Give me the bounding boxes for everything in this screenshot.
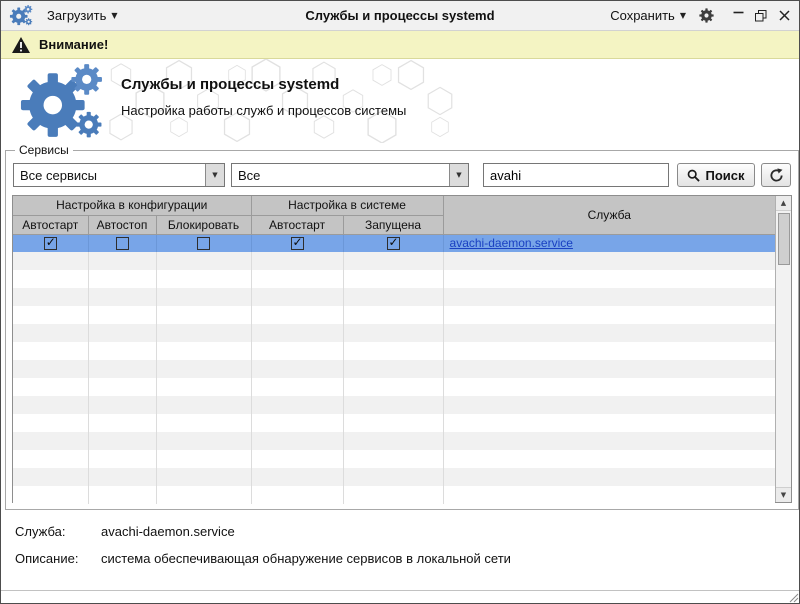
state-filter-select[interactable]: Все ▼ (231, 163, 469, 187)
window-controls (731, 9, 791, 23)
header-running[interactable]: Запущена (342, 214, 444, 235)
empty-row (13, 396, 775, 414)
scrollbar-thumb[interactable] (777, 213, 790, 265)
autostop-checkbox[interactable] (115, 237, 129, 251)
warning-triangle-icon (12, 36, 30, 53)
chevron-down-icon: ▼ (111, 10, 118, 20)
search-input[interactable] (483, 163, 669, 187)
services-groupbox: Сервисы Все сервисы ▼ Все ▼ Поиск (5, 143, 799, 510)
empty-row (13, 450, 775, 468)
header-service[interactable]: Служба (442, 196, 775, 235)
header-system-group: Настройка в системе (250, 196, 444, 216)
header-autostart-config[interactable]: Автостарт (13, 214, 89, 235)
empty-row (13, 378, 775, 396)
header-autostop[interactable]: Автостоп (87, 214, 157, 235)
description-detail-label: Описание: (15, 551, 79, 566)
filter-toolbar: Все сервисы ▼ Все ▼ Поиск (13, 163, 791, 187)
vertical-scrollbar[interactable]: ▲ ▼ (775, 196, 791, 502)
service-detail-value: avachi-daemon.service (101, 524, 235, 539)
empty-row (13, 486, 775, 504)
empty-row (13, 306, 775, 324)
empty-row (13, 252, 775, 270)
service-filter-value: Все сервисы (20, 167, 97, 183)
search-icon (688, 169, 701, 182)
autostart-config-checkbox[interactable] (43, 236, 57, 251)
save-menu-label: Сохранить (610, 8, 675, 23)
load-menu-button[interactable]: Загрузить ▼ (47, 8, 118, 23)
search-button-label: Поиск (705, 167, 745, 183)
load-menu-label: Загрузить (47, 8, 107, 23)
close-button[interactable] (777, 9, 791, 23)
header-block[interactable]: Блокировать (155, 214, 252, 235)
service-detail-label: Служба: (15, 524, 66, 539)
empty-row (13, 432, 775, 450)
empty-row (13, 342, 775, 360)
header-autostart-system[interactable]: Автостарт (250, 214, 344, 235)
banner-subtitle: Настройка работы служб и процессов систе… (121, 103, 407, 118)
service-row-selected[interactable]: avachi-daemon.service (13, 234, 775, 252)
refresh-icon (769, 167, 783, 181)
save-menu-button[interactable]: Сохранить ▼ (610, 8, 686, 23)
chevron-down-icon[interactable]: ▼ (449, 164, 468, 186)
empty-row (13, 360, 775, 378)
state-filter-value: Все (238, 167, 261, 183)
autostart-system-checkbox[interactable] (290, 236, 304, 251)
empty-row (13, 414, 775, 432)
minimize-button[interactable] (731, 9, 745, 23)
refresh-button[interactable] (761, 163, 791, 187)
service-filter-select[interactable]: Все сервисы ▼ (13, 163, 225, 187)
warning-text: Внимание! (39, 37, 109, 52)
gears-logo (20, 64, 102, 138)
search-button[interactable]: Поиск (677, 163, 755, 187)
app-icon (9, 5, 33, 26)
resize-grip[interactable] (786, 591, 799, 603)
banner-title: Службы и процессы systemd (121, 76, 340, 93)
maximize-button[interactable] (754, 9, 768, 23)
empty-row (13, 324, 775, 342)
header-config-group: Настройка в конфигурации (13, 196, 252, 216)
details-panel: Служба: avachi-daemon.service Описание: … (1, 510, 799, 578)
empty-row (13, 288, 775, 306)
services-legend: Сервисы (19, 143, 69, 157)
running-checkbox[interactable] (386, 236, 400, 251)
chevron-down-icon[interactable]: ▼ (205, 164, 224, 186)
empty-row (13, 468, 775, 486)
warning-bar: Внимание! (1, 31, 799, 59)
empty-row (13, 270, 775, 288)
description-detail-value: система обеспечивающая обнаружение серви… (101, 551, 511, 566)
block-checkbox[interactable] (197, 237, 211, 251)
service-link[interactable]: avachi-daemon.service (450, 236, 573, 250)
titlebar: Загрузить ▼ Службы и процессы systemd Со… (1, 1, 799, 31)
settings-gear-icon[interactable] (698, 7, 715, 24)
services-table-body: avachi-daemon.service (13, 234, 775, 504)
banner: Службы и процессы systemd Настройка рабо… (1, 59, 799, 143)
scroll-down-button[interactable]: ▼ (776, 487, 791, 502)
services-table: Настройка в конфигурации Настройка в сис… (12, 195, 792, 504)
status-bar (1, 590, 799, 603)
chevron-down-icon: ▼ (679, 10, 686, 20)
scroll-up-button[interactable]: ▲ (776, 196, 791, 211)
app-window: Загрузить ▼ Службы и процессы systemd Со… (0, 0, 800, 604)
